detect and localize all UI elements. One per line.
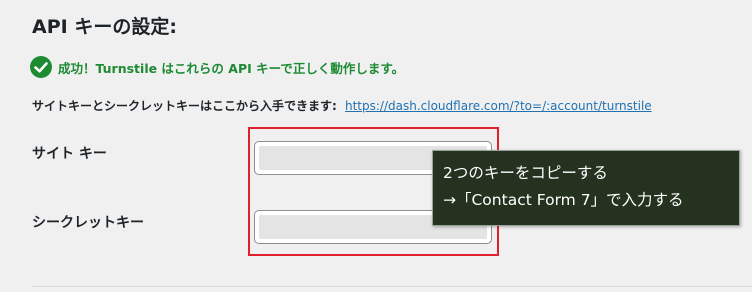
section-divider bbox=[32, 286, 752, 287]
secret-key-label: シークレットキー bbox=[32, 215, 144, 231]
help-text: サイトキーとシークレットキーはここから入手できます: https://dash.… bbox=[32, 97, 652, 114]
site-key-label: サイト キー bbox=[32, 146, 107, 162]
help-description: サイトキーとシークレットキーはここから入手できます: bbox=[32, 99, 337, 113]
instruction-callout: 2つのキーをコピーする →「Contact Form 7」で入力する bbox=[432, 150, 740, 226]
success-notice: 成功！Turnstile はこれらの API キーで正しく動作します。 bbox=[30, 56, 404, 78]
section-title: API キーの設定: bbox=[32, 16, 177, 38]
callout-line-input: →「Contact Form 7」で入力する bbox=[443, 191, 684, 209]
callout-line-copy: 2つのキーをコピーする bbox=[443, 164, 608, 182]
check-circle-icon bbox=[30, 56, 52, 78]
success-message: 成功！Turnstile はこれらの API キーで正しく動作します。 bbox=[58, 60, 405, 76]
cloudflare-turnstile-link[interactable]: https://dash.cloudflare.com/?to=/:accoun… bbox=[345, 99, 652, 113]
